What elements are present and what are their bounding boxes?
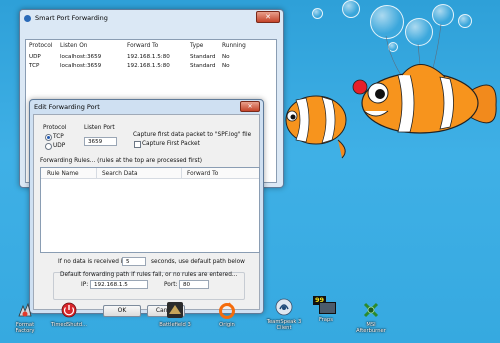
clownfish-small-illustration [285, 95, 347, 159]
desktop-icon-msi-afterburner[interactable]: MSI Afterburner [346, 301, 396, 334]
desktop-icon-fraps[interactable]: 99 Fraps [301, 296, 351, 323]
column-header[interactable]: Protocol [29, 43, 52, 49]
desktop-icon-label: TimedShutd... [50, 322, 88, 328]
desktop-icon-label: Origin [219, 322, 235, 328]
capture-first-packet-label[interactable]: Capture First Packet [142, 141, 200, 147]
desktop-icon-format-factory[interactable]: Format Factory [0, 301, 50, 334]
column-divider [96, 168, 97, 178]
ok-button[interactable]: OK [103, 305, 141, 317]
desktop-icon-label: MSI Afterburner [356, 322, 386, 334]
bubble-decoration [342, 0, 360, 18]
desktop-icon-battlefield[interactable]: Battlefield 3 [150, 301, 200, 328]
column-header[interactable]: Forward To [127, 43, 158, 49]
dialog-titlebar[interactable]: Edit Forwarding Port [30, 100, 263, 114]
column-header[interactable]: Running [222, 43, 246, 49]
table-row[interactable]: UDP localhost:3659 192.168.1.5:80 Standa… [26, 54, 276, 62]
cell-listen-on: localhost:3659 [60, 54, 102, 60]
capture-note: Capture first data packet to "SPF.log" f… [133, 132, 252, 138]
cell-forward-to: 192.168.1.5:80 [127, 63, 170, 69]
spf-titlebar[interactable]: Smart Port Forwarding [20, 10, 283, 26]
cell-type: Standard [190, 63, 216, 69]
battlefield-icon [167, 302, 183, 318]
capture-first-packet-checkbox[interactable] [134, 141, 141, 148]
bubble-decoration [312, 8, 323, 19]
port-label: Port: [164, 282, 178, 288]
desktop-icon-origin[interactable]: Origin [202, 301, 252, 328]
protocol-label: Protocol [43, 125, 67, 131]
tcp-radio-label[interactable]: TCP [53, 134, 64, 140]
listen-port-label: Listen Port [84, 125, 115, 131]
bubble-decoration [458, 14, 472, 28]
ip-input[interactable]: 192.168.1.5 [90, 280, 148, 289]
column-header[interactable]: Listen On [60, 43, 87, 49]
cell-running: No [222, 63, 230, 69]
timeout-prefix: If no data is received in [58, 259, 127, 265]
rules-column-header[interactable]: Forward To [187, 171, 218, 177]
rules-table: Rule Name Search Data Forward To [40, 167, 260, 253]
clownfish-illustration [352, 64, 497, 134]
default-path-label: Default forwarding path if rules fail, o… [60, 272, 238, 278]
format-factory-icon [18, 302, 32, 317]
udp-radio-label[interactable]: UDP [53, 143, 65, 149]
msi-afterburner-icon [363, 302, 379, 318]
desktop-icon-label: Battlefield 3 [159, 322, 191, 328]
timeout-suffix: seconds, use default path below [151, 259, 245, 265]
rules-column-header[interactable]: Search Data [102, 171, 138, 177]
listen-port-input[interactable]: 3659 [84, 137, 117, 146]
cell-type: Standard [190, 54, 216, 60]
cell-listen-on: localhost:3659 [60, 63, 102, 69]
port-input[interactable]: 80 [179, 280, 209, 289]
desktop-icon-label: Fraps [319, 317, 333, 323]
cell-protocol: UDP [29, 54, 41, 60]
fraps-icon: 99 [313, 296, 336, 316]
cell-protocol: TCP [29, 63, 40, 69]
tcp-radio[interactable] [45, 134, 52, 141]
dialog-close-button[interactable]: ✕ [240, 101, 260, 112]
timed-shutdown-icon [61, 302, 77, 318]
app-icon [24, 14, 31, 22]
dialog-title: Edit Forwarding Port [34, 103, 100, 111]
table-row[interactable]: TCP localhost:3659 192.168.1.5:80 Standa… [26, 63, 276, 71]
ip-label: IP: [81, 282, 89, 288]
rules-label: Forwarding Rules... (rules at the top ar… [40, 158, 203, 164]
column-header[interactable]: Type [190, 43, 203, 49]
timeout-input[interactable]: 5 [122, 257, 146, 266]
rules-column-header[interactable]: Rule Name [47, 171, 79, 177]
edit-forwarding-dialog: Edit Forwarding Port ✕ Protocol TCP UDP … [29, 99, 264, 317]
desktop-icon-label: Format Factory [15, 322, 35, 334]
monitor-shape [319, 302, 336, 314]
cell-running: No [222, 54, 230, 60]
column-divider [181, 168, 182, 178]
cell-forward-to: 192.168.1.5:80 [127, 54, 170, 60]
dialog-body: Protocol TCP UDP Listen Port 3659 Captur… [33, 114, 260, 317]
close-button[interactable]: ✕ [256, 11, 280, 23]
teamspeak-icon [275, 298, 293, 316]
udp-radio[interactable] [45, 143, 52, 150]
desktop-icon-timed-shutdown[interactable]: TimedShutd... [44, 301, 94, 328]
window-title: Smart Port Forwarding [35, 14, 108, 22]
origin-icon [219, 302, 235, 319]
